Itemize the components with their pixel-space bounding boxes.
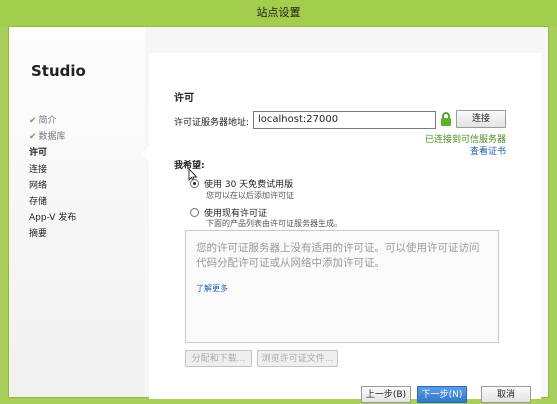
sidebar: Studio ✔ 简介 ✔ 数据库 许可 连接 网络 存储 App-V 发布 摘要: [9, 27, 145, 397]
allocate-download-button[interactable]: 分配和下载...: [185, 350, 252, 367]
trial-option-description: 您可以在以后添加许可证: [206, 191, 294, 200]
step-storage: 存储: [29, 196, 48, 207]
server-address-label: 许可证服务器地址:: [174, 118, 250, 128]
checkmark-icon: ✔: [29, 116, 37, 126]
learn-more-link[interactable]: 了解更多: [196, 283, 228, 294]
step-intro: ✔ 简介: [29, 113, 76, 129]
step-summary: 摘要: [29, 229, 48, 240]
back-button[interactable]: 上一步(B): [361, 386, 411, 403]
wizard-frame: Studio ✔ 简介 ✔ 数据库 许可 连接 网络 存储 App-V 发布 摘要 …: [8, 26, 549, 403]
existing-license-option-description: 下面的产品列表由许可证服务器生成。: [206, 219, 342, 228]
license-list-box: 您的许可证服务器上没有适用的许可证。可以使用许可证访问代码分配许可证或从网络中添…: [185, 230, 499, 343]
step-connection: 连接: [29, 164, 48, 175]
no-license-message: 您的许可证服务器上没有适用的许可证。可以使用许可证访问代码分配许可证或从网络中添…: [196, 242, 480, 269]
server-address-input[interactable]: localhost:27000: [253, 111, 436, 129]
checkmark-icon: ✔: [29, 132, 37, 143]
window-title: 站点设置: [0, 0, 557, 26]
trial-option-label[interactable]: 使用 30 天免费试用版: [204, 177, 293, 190]
page-title: 许可: [174, 93, 194, 104]
wizard-steps: ✔ 简介 ✔ 数据库 许可 连接 网络 存储 App-V 发布 摘要: [29, 113, 76, 243]
trial-radio[interactable]: [190, 179, 199, 188]
lock-icon: [441, 112, 451, 126]
step-licensing: 许可: [29, 148, 48, 159]
step-appv: App-V 发布: [29, 213, 77, 224]
existing-license-radio[interactable]: [190, 208, 199, 217]
step-label: 数据库: [38, 132, 66, 143]
cancel-button[interactable]: 取消: [481, 386, 531, 403]
step-label: 简介: [38, 116, 57, 126]
main-panel: 许可 许可证服务器地址: localhost:27000 连接 已连接到可信服务…: [149, 53, 541, 403]
sidebar-title: Studio: [31, 62, 86, 80]
browse-license-file-button[interactable]: 浏览许可证文件...: [257, 350, 338, 367]
view-certificate-link[interactable]: 查看证书: [470, 144, 506, 157]
connect-button[interactable]: 连接: [456, 110, 506, 128]
active-step-pointer: [141, 146, 149, 162]
step-network: 网络: [29, 180, 48, 191]
next-button[interactable]: 下一步(N): [417, 386, 467, 403]
step-database: ✔ 数据库: [29, 129, 76, 145]
